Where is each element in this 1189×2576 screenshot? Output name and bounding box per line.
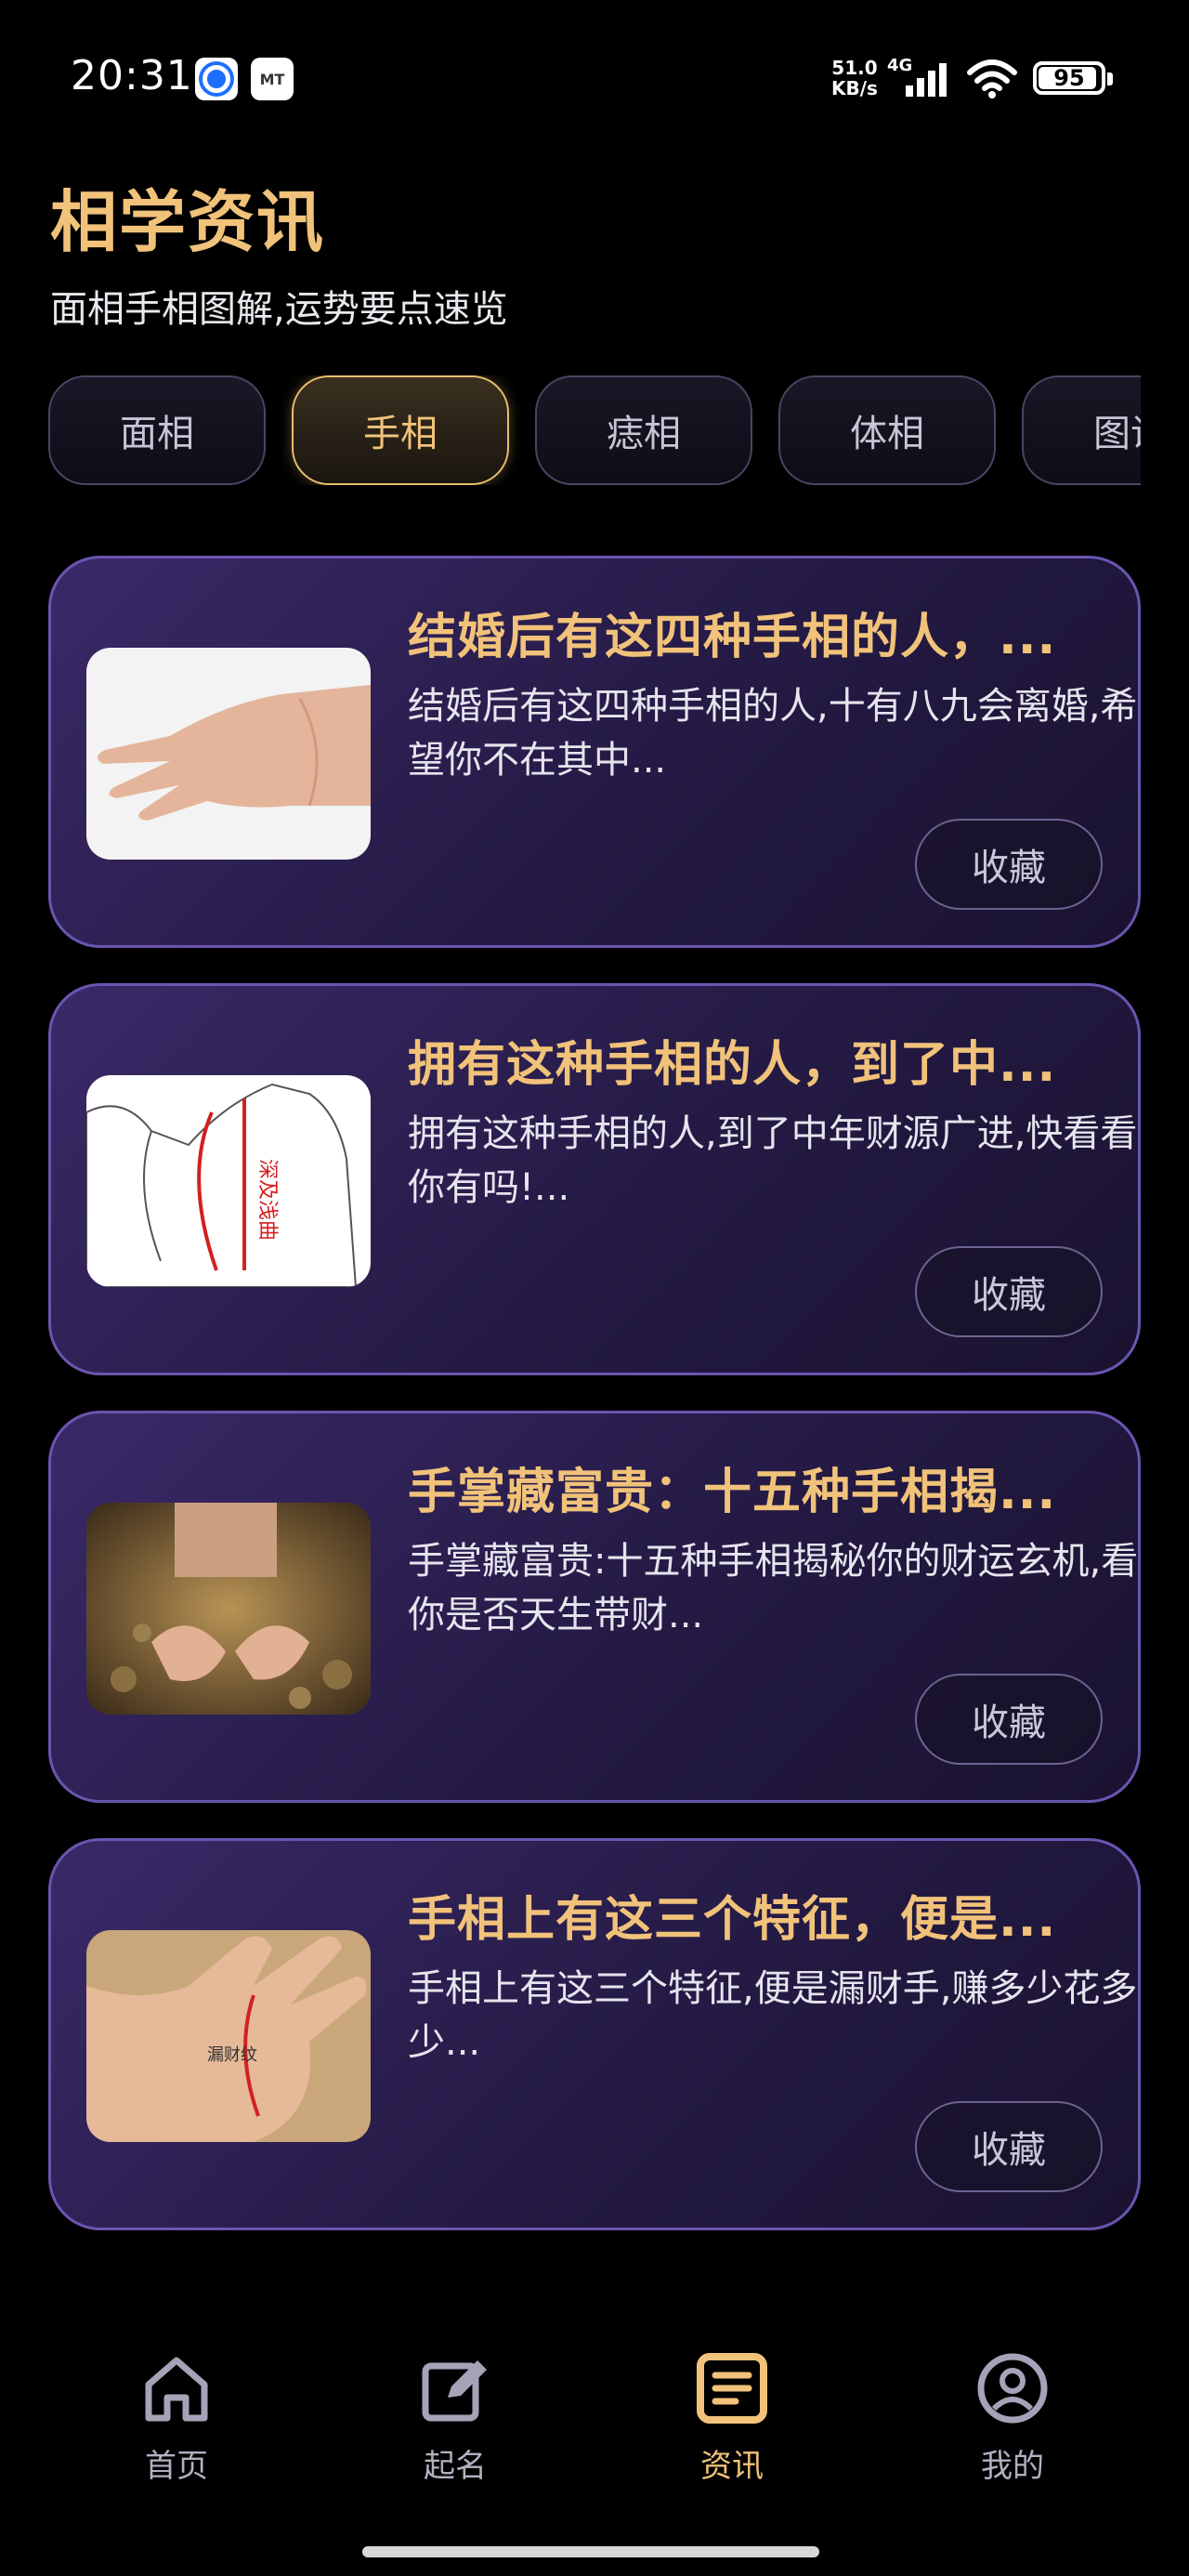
- app-notification-icon: [195, 58, 238, 100]
- signal-icon: [906, 63, 947, 97]
- palm-line-image: 深及浅曲: [86, 1075, 371, 1287]
- article-card[interactable]: 深及浅曲 拥有这种手相的人，到了中... 拥有这种手相的人,到了中年财源广进,快…: [48, 983, 1141, 1375]
- edit-icon: [422, 2360, 487, 2422]
- nav-label: 起名: [424, 2448, 487, 2485]
- bottom-nav: 首页 起名 资讯 我的: [0, 2323, 1189, 2518]
- favorite-button[interactable]: 收藏: [915, 1246, 1103, 1337]
- category-tabs: 面相 手相 痣相 体相 图说: [48, 375, 1141, 485]
- article-card[interactable]: 结婚后有这四种手相的人，... 结婚后有这四种手相的人,十有八九会离婚,希望你不…: [48, 556, 1141, 948]
- nav-naming[interactable]: 起名: [381, 2349, 529, 2498]
- home-indicator[interactable]: [362, 2546, 819, 2557]
- article-card[interactable]: 手掌藏富贵：十五种手相揭... 手掌藏富贵:十五种手相揭秘你的财运玄机,看你是否…: [48, 1411, 1141, 1803]
- article-title: 手相上有这三个特征，便是...: [408, 1892, 1057, 1948]
- nav-label: 资讯: [700, 2448, 764, 2485]
- status-time: 20:31: [71, 52, 193, 99]
- favorite-button[interactable]: 收藏: [915, 819, 1103, 910]
- article-thumbnail: 深及浅曲: [86, 1075, 371, 1287]
- tab-mole[interactable]: 痣相: [535, 375, 752, 485]
- hand-image: [86, 648, 371, 860]
- tab-illustrated[interactable]: 图说: [1022, 375, 1141, 485]
- nav-label: 首页: [145, 2448, 208, 2485]
- article-thumbnail: 漏财纹: [86, 1930, 371, 2142]
- article-title: 手掌藏富贵：十五种手相揭...: [408, 1465, 1057, 1520]
- mt-app-icon: MT: [251, 58, 294, 100]
- article-description: 拥有这种手相的人,到了中年财源广进,快看看你有吗!...: [408, 1112, 1138, 1209]
- article-thumbnail: [86, 648, 371, 860]
- network-speed: 51.0 KB/s: [831, 58, 878, 99]
- nav-home[interactable]: 首页: [102, 2349, 251, 2498]
- battery-icon: 95: [1033, 61, 1105, 95]
- tab-palm[interactable]: 手相: [292, 375, 509, 485]
- wifi-icon: [967, 59, 1017, 99]
- screen: 20:31 MT 51.0 KB/s 4G 95 相学资讯 面相手相图解,运势要…: [0, 0, 1189, 2576]
- status-bar: 20:31 MT 51.0 KB/s 4G 95: [0, 0, 1189, 139]
- tab-body[interactable]: 体相: [778, 375, 996, 485]
- network-speed-unit: KB/s: [831, 77, 878, 99]
- nav-mine[interactable]: 我的: [938, 2349, 1087, 2498]
- favorite-button[interactable]: 收藏: [915, 2101, 1103, 2192]
- user-icon: [977, 2353, 1048, 2424]
- page-title: 相学资讯: [50, 183, 326, 261]
- palm-image-text: 漏财纹: [207, 2045, 257, 2065]
- article-description: 手掌藏富贵:十五种手相揭秘你的财运玄机,看你是否天生带财...: [408, 1540, 1139, 1636]
- nav-news[interactable]: 资讯: [658, 2349, 806, 2498]
- hands-coins-image: [86, 1503, 371, 1715]
- article-title: 结婚后有这四种手相的人，...: [408, 610, 1057, 665]
- article-description: 结婚后有这四种手相的人,十有八九会离婚,希望你不在其中...: [408, 685, 1138, 782]
- page-subtitle: 面相手相图解,运势要点速览: [50, 288, 508, 331]
- article-description: 手相上有这三个特征,便是漏财手,赚多少花多少...: [408, 1967, 1138, 2064]
- battery-level: 95: [1053, 65, 1085, 91]
- home-icon: [145, 2357, 208, 2422]
- palm-wealth-line-image: 漏财纹: [86, 1930, 371, 2142]
- article-title: 拥有这种手相的人，到了中...: [408, 1037, 1057, 1093]
- article-card[interactable]: 漏财纹 手相上有这三个特征，便是... 手相上有这三个特征,便是漏财手,赚多少花…: [48, 1838, 1141, 2230]
- article-thumbnail: [86, 1503, 371, 1715]
- favorite-button[interactable]: 收藏: [915, 1674, 1103, 1765]
- nav-label: 我的: [981, 2448, 1044, 2485]
- news-icon: [697, 2353, 767, 2424]
- tab-face[interactable]: 面相: [48, 375, 266, 485]
- network-speed-value: 51.0: [831, 57, 878, 79]
- palm-image-text: 深及浅曲: [255, 1159, 279, 1241]
